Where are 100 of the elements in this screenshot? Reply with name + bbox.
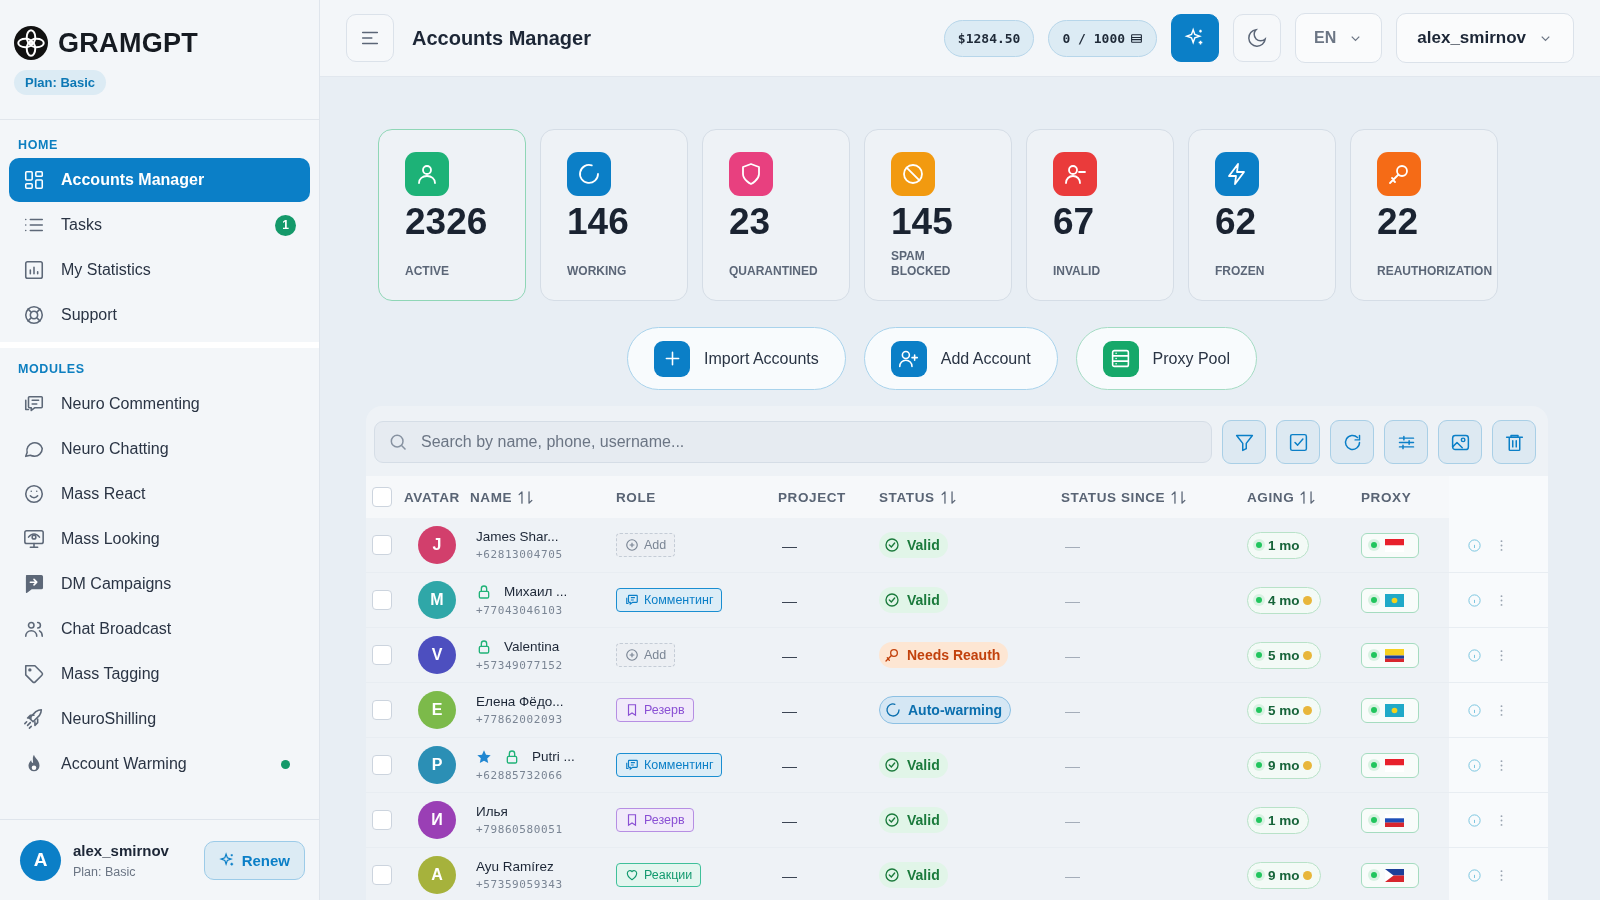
filter-button[interactable] xyxy=(1222,420,1266,464)
select-all-button[interactable] xyxy=(1276,420,1320,464)
logo-icon xyxy=(14,26,48,60)
status-badge: Auto-warming xyxy=(879,696,1012,724)
stat-value: 145 xyxy=(891,202,953,243)
info-icon[interactable] xyxy=(1467,647,1482,663)
stat-value: 62 xyxy=(1215,202,1257,243)
page-title: Accounts Manager xyxy=(412,26,591,50)
sidebar-item[interactable]: NeuroShilling xyxy=(9,697,310,741)
info-icon[interactable] xyxy=(1467,757,1482,773)
proxy-badge[interactable] xyxy=(1361,642,1419,668)
action-button[interactable]: Proxy Pool xyxy=(1075,327,1257,390)
aging-text: 9 mo xyxy=(1268,757,1300,773)
row-checkbox[interactable] xyxy=(372,645,392,665)
section-title: MODULES xyxy=(17,362,86,378)
status-dot xyxy=(1256,542,1262,548)
trash-button[interactable] xyxy=(1492,420,1536,464)
status-dot xyxy=(1371,762,1377,768)
image-button[interactable] xyxy=(1438,420,1482,464)
sidebar-item[interactable]: DM Campaigns xyxy=(9,562,310,606)
account-name: Михаил ... xyxy=(504,584,568,599)
row-checkbox[interactable] xyxy=(372,535,392,555)
select-all-icon xyxy=(1287,431,1309,453)
status-badge: Valid xyxy=(879,532,948,558)
sidebar-item[interactable]: Mass React xyxy=(9,472,310,516)
check-circle-icon xyxy=(884,812,900,828)
sort-icon[interactable] xyxy=(939,488,957,506)
sidebar-item[interactable]: Mass Tagging xyxy=(9,652,310,696)
stat-card[interactable]: 23 QUARANTINED xyxy=(702,129,850,301)
project-cell-text: — xyxy=(781,811,797,829)
app-logo: GRAMGPT xyxy=(58,27,199,59)
action-button[interactable]: Add Account xyxy=(863,327,1058,390)
column-header: PROXY xyxy=(1361,489,1412,505)
account-name: Илья xyxy=(476,804,508,819)
bookmark-icon xyxy=(625,813,639,827)
row-checkbox[interactable] xyxy=(372,865,392,885)
project-cell-text: — xyxy=(781,756,797,774)
sidebar-item[interactable]: Accounts Manager xyxy=(9,158,310,202)
info-icon[interactable] xyxy=(1467,537,1482,553)
sidebar-item[interactable]: Support xyxy=(9,293,310,337)
menu-button[interactable] xyxy=(346,14,394,62)
theme-button[interactable] xyxy=(1233,14,1282,62)
avatar: P xyxy=(418,746,456,784)
info-icon[interactable] xyxy=(1467,812,1482,828)
search-field[interactable]: Search by name, phone, username... xyxy=(374,421,1212,463)
check-circle-icon xyxy=(884,867,900,883)
row-checkbox[interactable] xyxy=(372,590,392,610)
proxy-badge[interactable] xyxy=(1361,532,1419,558)
chat-icon xyxy=(625,593,639,607)
stat-card[interactable]: 146 WORKING xyxy=(540,129,688,301)
user-avatar: A xyxy=(20,839,61,881)
sort-icon[interactable] xyxy=(517,488,535,506)
renew-button[interactable]: Renew xyxy=(203,840,305,880)
section-title: HOME xyxy=(17,138,59,154)
select-all-checkbox[interactable] xyxy=(372,487,392,507)
row-checkbox[interactable] xyxy=(372,700,392,720)
row-checkbox[interactable] xyxy=(372,810,392,830)
aging-text: 1 mo xyxy=(1268,537,1300,553)
proxy-badge[interactable] xyxy=(1361,807,1419,833)
stat-label: ACTIVE xyxy=(405,263,449,278)
phone-number: +77862002093 xyxy=(476,713,563,726)
project-cell-text: — xyxy=(781,701,797,719)
stat-label: WORKING xyxy=(567,263,627,278)
avatar: V xyxy=(418,636,456,674)
ai-button[interactable] xyxy=(1171,14,1220,62)
sidebar-item[interactable]: Tasks 1 xyxy=(9,203,310,247)
sidebar-item[interactable]: Neuro Chatting xyxy=(9,427,310,471)
proxy-badge[interactable] xyxy=(1361,862,1419,888)
status-since-cell-text: — xyxy=(1064,646,1080,664)
stat-card[interactable]: 22 REAUTHORIZATION xyxy=(1350,129,1498,301)
column-header: STATUS SINCE xyxy=(1061,489,1166,505)
action-button[interactable]: Import Accounts xyxy=(627,327,846,390)
stat-card[interactable]: 62 FROZEN xyxy=(1188,129,1336,301)
status-dot xyxy=(1371,597,1377,603)
sort-icon[interactable] xyxy=(1170,488,1188,506)
proxy-badge[interactable] xyxy=(1361,752,1419,778)
avatar: M xyxy=(418,581,456,619)
language-dropdown[interactable]: EN xyxy=(1295,13,1383,63)
sidebar-item[interactable]: Chat Broadcast xyxy=(9,607,310,651)
sidebar-item[interactable]: My Statistics xyxy=(9,248,310,292)
stat-card[interactable]: 2326 ACTIVE xyxy=(378,129,526,301)
info-icon[interactable] xyxy=(1467,702,1482,718)
stat-card[interactable]: 67 INVALID xyxy=(1026,129,1174,301)
account-name: James Shar... xyxy=(476,529,559,544)
sidebar-item[interactable]: Mass Looking xyxy=(9,517,310,561)
status-dot xyxy=(1256,762,1262,768)
role-tag: Комментинг xyxy=(616,588,723,612)
user-dropdown[interactable]: alex_smirnov xyxy=(1396,13,1574,63)
key-icon xyxy=(884,647,900,663)
refresh-button[interactable] xyxy=(1330,420,1374,464)
phone-number: +79860580051 xyxy=(476,823,563,836)
info-icon[interactable] xyxy=(1467,592,1482,608)
info-icon[interactable] xyxy=(1467,867,1482,883)
sliders-button[interactable] xyxy=(1384,420,1428,464)
sidebar-item[interactable]: Neuro Commenting xyxy=(9,382,310,426)
account-name: Елена Фёдо... xyxy=(476,694,564,709)
stat-card[interactable]: 145 SPAM BLOCKED xyxy=(864,129,1012,301)
sort-icon[interactable] xyxy=(1299,488,1317,506)
sidebar-item[interactable]: Account Warming xyxy=(9,742,310,786)
row-checkbox[interactable] xyxy=(372,755,392,775)
